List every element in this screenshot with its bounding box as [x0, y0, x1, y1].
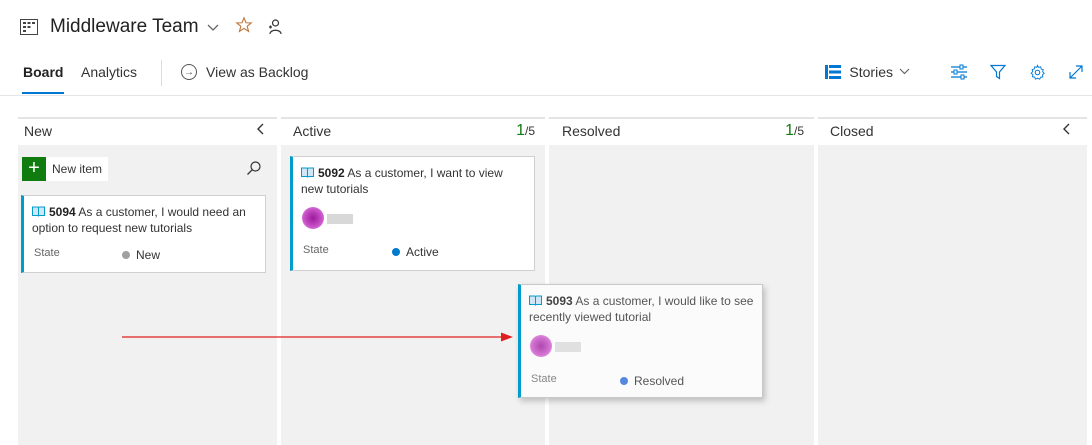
user-story-icon: [301, 166, 314, 178]
avatar[interactable]: [302, 207, 324, 229]
card-title[interactable]: 5093 As a customer, I would like to see …: [529, 293, 754, 325]
work-item-card-dragging[interactable]: 5093 As a customer, I would like to see …: [518, 284, 763, 398]
wip-count: 1/5: [516, 122, 535, 140]
state-dot: [122, 251, 130, 259]
avatar[interactable]: [530, 335, 552, 357]
assignee-name-redacted: [555, 342, 581, 352]
user-story-icon: [32, 205, 45, 217]
filter-icon[interactable]: [988, 62, 1008, 82]
column-header: New: [18, 117, 277, 145]
column-header: Closed: [818, 117, 1087, 145]
column-body: [18, 145, 277, 445]
state-value: Resolved: [634, 374, 685, 388]
view-as-backlog-link[interactable]: → View as Backlog: [181, 64, 308, 80]
tab-board[interactable]: Board: [21, 64, 65, 94]
state-value: New: [136, 248, 161, 262]
state-dot: [620, 377, 628, 385]
collapse-column-icon[interactable]: [256, 122, 265, 141]
board-toolbar: Stories: [825, 62, 1086, 82]
wip-limit: /5: [524, 124, 535, 138]
work-item-id: 5094: [49, 205, 76, 219]
column-closed: Closed: [818, 117, 1087, 445]
assignee-name-redacted: [327, 214, 353, 224]
wip-count: 1/5: [785, 122, 804, 140]
settings-sliders-icon[interactable]: [949, 62, 969, 82]
gear-icon[interactable]: [1027, 62, 1047, 82]
card-title[interactable]: 5092 As a customer, I want to view new t…: [301, 165, 526, 197]
wip-limit: /5: [793, 124, 804, 138]
state-field[interactable]: Resolved: [620, 374, 684, 388]
board-icon: [20, 19, 38, 35]
state-label: State: [531, 373, 557, 385]
card-title[interactable]: 5094 As a customer, I would need an opti…: [32, 204, 257, 236]
arrow-right-circle-icon: →: [181, 64, 197, 80]
work-item-id: 5092: [318, 166, 345, 180]
team-members-icon[interactable]: [265, 18, 283, 36]
tab-divider: [161, 60, 162, 86]
chevron-down-icon: [899, 66, 910, 78]
state-label: State: [34, 247, 60, 259]
work-item-id: 5093: [546, 294, 573, 308]
team-title[interactable]: Middleware Team: [50, 16, 199, 38]
new-item-button[interactable]: + New item: [22, 157, 109, 181]
column-header: Active 1/5: [281, 117, 545, 145]
board-header: Middleware Team: [20, 14, 283, 40]
backlog-grid-icon: [825, 65, 842, 79]
wip-current: 1: [516, 122, 525, 139]
search-icon[interactable]: [246, 160, 262, 176]
column-title: Resolved: [562, 123, 621, 139]
column-body: [818, 145, 1087, 445]
column-title: New: [24, 123, 53, 139]
column-title: Closed: [830, 123, 874, 139]
user-story-icon: [529, 294, 542, 306]
state-field[interactable]: Active: [392, 245, 439, 259]
wip-current: 1: [785, 122, 794, 139]
collapse-column-icon[interactable]: [1062, 122, 1071, 141]
work-item-card[interactable]: 5092 As a customer, I want to view new t…: [290, 156, 535, 271]
work-item-card[interactable]: 5094 As a customer, I would need an opti…: [21, 195, 266, 273]
view-as-backlog-label: View as Backlog: [206, 64, 309, 80]
tab-analytics[interactable]: Analytics: [81, 64, 137, 80]
tab-bar: Board Analytics → View as Backlog Storie…: [0, 56, 1092, 96]
state-field[interactable]: New: [122, 248, 160, 262]
state-value: Active: [406, 245, 439, 259]
chevron-down-icon[interactable]: [207, 20, 219, 35]
fullscreen-icon[interactable]: [1066, 62, 1086, 82]
star-icon[interactable]: [234, 15, 253, 39]
state-label: State: [303, 244, 329, 256]
state-dot: [392, 248, 400, 256]
backlog-level-selector[interactable]: Stories: [825, 64, 910, 80]
new-item-label: New item: [52, 162, 103, 176]
column-header: Resolved 1/5: [549, 117, 814, 145]
backlog-level-label: Stories: [849, 64, 893, 80]
column-title: Active: [293, 123, 332, 139]
plus-icon: +: [22, 157, 46, 181]
